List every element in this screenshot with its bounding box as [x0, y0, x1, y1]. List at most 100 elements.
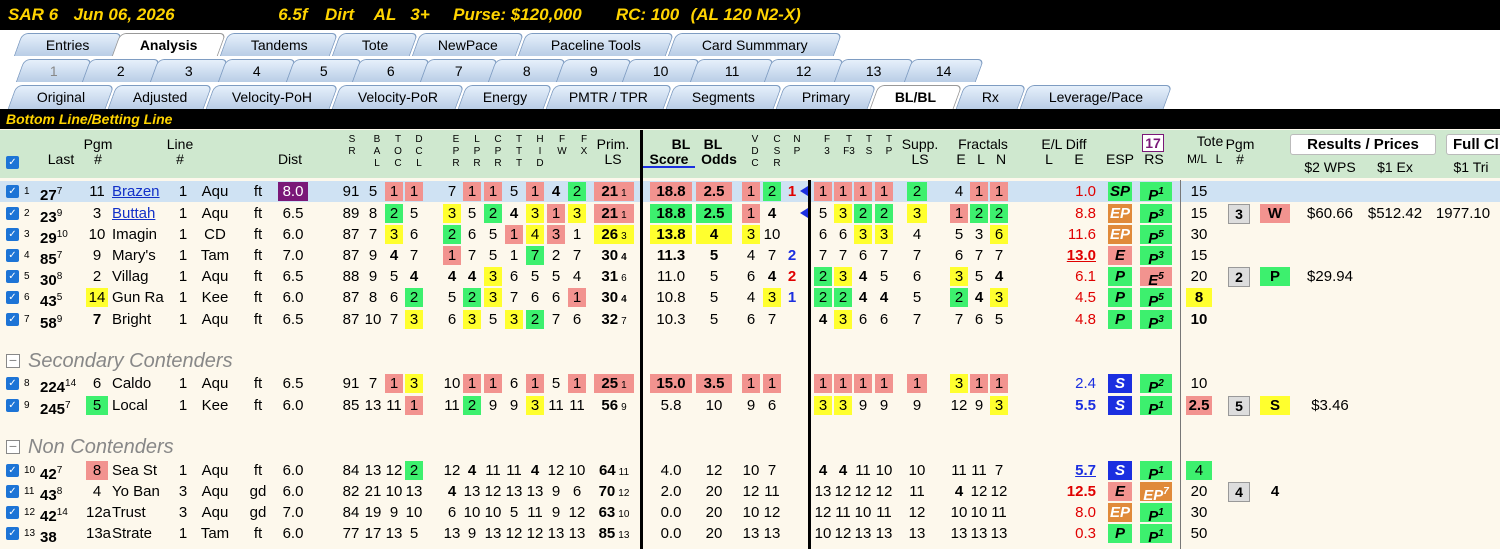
result-pgm-button[interactable]: 3	[1228, 204, 1250, 224]
collapse-icon[interactable]: −	[6, 439, 20, 454]
tab-race-3[interactable]: 3	[149, 59, 229, 82]
section-non-contenders[interactable]: − Non Contenders	[6, 436, 174, 458]
row-checkbox[interactable]: ✓	[6, 249, 19, 262]
select-all-checkbox[interactable]: ✓	[6, 156, 19, 169]
prim-value: 25	[601, 375, 619, 392]
row-checkbox[interactable]: ✓	[6, 485, 19, 498]
col-el-diff: E/L Diff	[1041, 136, 1087, 152]
result-pgm-button[interactable]: 2	[1228, 267, 1250, 287]
cell-epr: 1	[443, 246, 461, 265]
tab-race-1[interactable]: 1	[15, 59, 93, 82]
cell-name[interactable]: Bright	[112, 310, 172, 329]
cell-vdc: 12	[742, 483, 760, 500]
cell-epr: 7	[447, 183, 457, 200]
table-row[interactable]: ✓ 3 2910 10 Imagin 1 CD ft 6.0 87 7 3 6 2 6 5 1 4 3 1 26 3 13.…	[0, 224, 1500, 247]
tab-velocity-poh[interactable]: Velocity-PoH	[205, 85, 339, 109]
table-row[interactable]: ✓ 5 308 2 Villag 1 Aqu ft 6.5 88 9 5 4 4 4 3 6 5 5 4 31 6 11.0…	[0, 266, 1500, 289]
result-pgm-button[interactable]: 4	[1228, 482, 1250, 502]
tab-entries[interactable]: Entries	[13, 33, 123, 56]
cell-name[interactable]: Imagin	[112, 225, 172, 244]
table-row[interactable]: ✓ 12 4214 12a Trust 3 Aqu gd 7.0 84 19 9 10 6 10 10 5 11 9…	[0, 502, 1500, 525]
tab-race-11[interactable]: 11	[689, 59, 775, 82]
section-secondary-contenders[interactable]: − Secondary Contenders	[6, 350, 233, 372]
tab-race-13[interactable]: 13	[833, 59, 915, 82]
separator	[640, 130, 643, 549]
row-checkbox[interactable]: ✓	[6, 313, 19, 326]
row-checkbox[interactable]: ✓	[6, 270, 19, 283]
tab-adjusted[interactable]: Adjusted	[107, 85, 213, 109]
tab-race-6[interactable]: 6	[351, 59, 431, 82]
cell-name[interactable]: Yo Ban	[112, 482, 172, 501]
table-row[interactable]: ✓ 11 438 4 Yo Ban 3 Aqu gd 6.0 82 21 10 13 4 13 12 13 13 9…	[0, 481, 1500, 504]
table-row[interactable]: ✓ 9 2457 5 Local 1 Kee ft 6.0 85 13 11 1 11 2 9 9 3 11 11 56…	[0, 395, 1500, 418]
cell-name[interactable]: Sea St	[112, 461, 172, 480]
tab-newpace[interactable]: NewPace	[411, 33, 525, 56]
tab-rx[interactable]: Rx	[955, 85, 1027, 109]
tab-tandems[interactable]: Tandems	[219, 33, 339, 56]
tab-velocity-por[interactable]: Velocity-PoR	[331, 85, 465, 109]
tab-energy[interactable]: Energy	[457, 85, 553, 109]
cell-dcl: 2	[405, 461, 423, 480]
row-checkbox[interactable]: ✓	[6, 399, 19, 412]
row-checkbox[interactable]: ✓	[6, 377, 19, 390]
full-card-button[interactable]: Full Cl	[1446, 134, 1500, 155]
cell-name[interactable]: Strate	[112, 524, 172, 543]
table-row[interactable]: ✓ 4 857 9 Mary's 1 Tam ft 7.0 87 9 4 7 1 7 5 1 7 2 7 30 4 11.3…	[0, 245, 1500, 268]
tab-segments[interactable]: Segments	[665, 85, 783, 109]
tab-primary[interactable]: Primary	[775, 85, 877, 109]
cell-name[interactable]: Villag	[112, 267, 172, 286]
cell-name[interactable]: Brazen	[112, 182, 172, 201]
cell-ts: 1	[854, 374, 872, 393]
analysis-subtabs: Original Adjusted Velocity-PoH Velocity-…	[0, 82, 1500, 109]
tab-race-5[interactable]: 5	[285, 59, 363, 82]
cell-lpr: 1	[463, 374, 481, 393]
results-prices-button[interactable]: Results / Prices	[1290, 134, 1436, 155]
row-checkbox[interactable]: ✓	[6, 291, 19, 304]
tab-leverage-pace[interactable]: Leverage/Pace	[1019, 85, 1173, 109]
table-row[interactable]: ✓ 2 239 3 Buttah 1 Aqu ft 6.5 89 8 2 5 3 5 2 4 3 1 3 21 1 18.8…	[0, 203, 1500, 226]
row-checkbox[interactable]: ✓	[6, 464, 19, 477]
tab-race-2[interactable]: 2	[81, 59, 161, 82]
row-checkbox[interactable]: ✓	[6, 207, 19, 220]
cell-bal: 19	[364, 504, 382, 521]
tab-race-12[interactable]: 12	[763, 59, 845, 82]
cell-name[interactable]: Mary's	[112, 246, 172, 265]
tab-race-10[interactable]: 10	[621, 59, 701, 82]
cell-epr: 3	[443, 204, 461, 223]
row-checkbox[interactable]: ✓	[6, 228, 19, 241]
result-pgm-button[interactable]: 5	[1228, 396, 1250, 416]
table-row[interactable]: ✓ 10 427 8 Sea St 1 Aqu ft 6.0 84 13 12 2 12 4 11 11 4 12 1…	[0, 460, 1500, 483]
table-row[interactable]: ✓ 7 589 7 Bright 1 Aqu ft 6.5 87 10 7 3 6 3 5 3 2 7 6 32 7 10.…	[0, 309, 1500, 332]
cell-ml: 8	[1186, 288, 1212, 307]
tab-paceline-tools[interactable]: Paceline Tools	[517, 33, 675, 56]
table-row[interactable]: ✓ 1 277 11 Brazen 1 Aqu ft 8.0 91 5 1 1 7 1 1 5 1 4 2 21 1 18.…	[0, 181, 1500, 204]
cell-name[interactable]: Buttah	[112, 204, 172, 223]
tab-race-9[interactable]: 9	[555, 59, 633, 82]
collapse-icon[interactable]: −	[6, 353, 20, 368]
tab-race-14[interactable]: 14	[903, 59, 985, 82]
tab-race-8[interactable]: 8	[487, 59, 567, 82]
table-row[interactable]: ✓ 6 435 14 Gun Ra 1 Kee ft 6.0 87 8 6 2 5 2 3 7 6 6 1 30 4 10.…	[0, 287, 1500, 310]
table-row[interactable]: ✓ 13 38 13a Strate 1 Tam ft 6.0 77 17 13 5 13 9 13 12 12 1…	[0, 523, 1500, 546]
row-checkbox[interactable]: ✓	[6, 506, 19, 519]
tab-bl-bl[interactable]: BL/BL	[869, 85, 963, 109]
cell-name[interactable]: Gun Ra	[112, 288, 172, 307]
cell-vdc: 1	[742, 204, 760, 223]
cell-sf: ft	[253, 247, 263, 264]
row-checkbox[interactable]: ✓	[6, 185, 19, 198]
cell-ml: 15	[1190, 205, 1208, 222]
cell-name[interactable]: Caldo	[112, 374, 172, 393]
row-checkbox[interactable]: ✓	[6, 527, 19, 540]
cell-el-diff: 11.6	[1067, 226, 1096, 243]
tab-original[interactable]: Original	[7, 85, 115, 109]
table-row[interactable]: ✓ 8 22414 6 Caldo 1 Aqu ft 6.5 91 7 1 3 10 1 1 6 1 5 1 25 1 15…	[0, 373, 1500, 396]
tab-race-4[interactable]: 4	[217, 59, 297, 82]
tab-tote[interactable]: Tote	[331, 33, 419, 56]
tab-card-summary[interactable]: Card Summmary	[667, 33, 843, 56]
tab-pmtr-tpr[interactable]: PMTR / TPR	[545, 85, 673, 109]
tab-race-7[interactable]: 7	[419, 59, 499, 82]
cell-name[interactable]: Local	[112, 396, 172, 415]
cell-name[interactable]: Trust	[112, 503, 172, 522]
tab-analysis[interactable]: Analysis	[111, 33, 227, 56]
col-line-num: #	[176, 151, 184, 167]
